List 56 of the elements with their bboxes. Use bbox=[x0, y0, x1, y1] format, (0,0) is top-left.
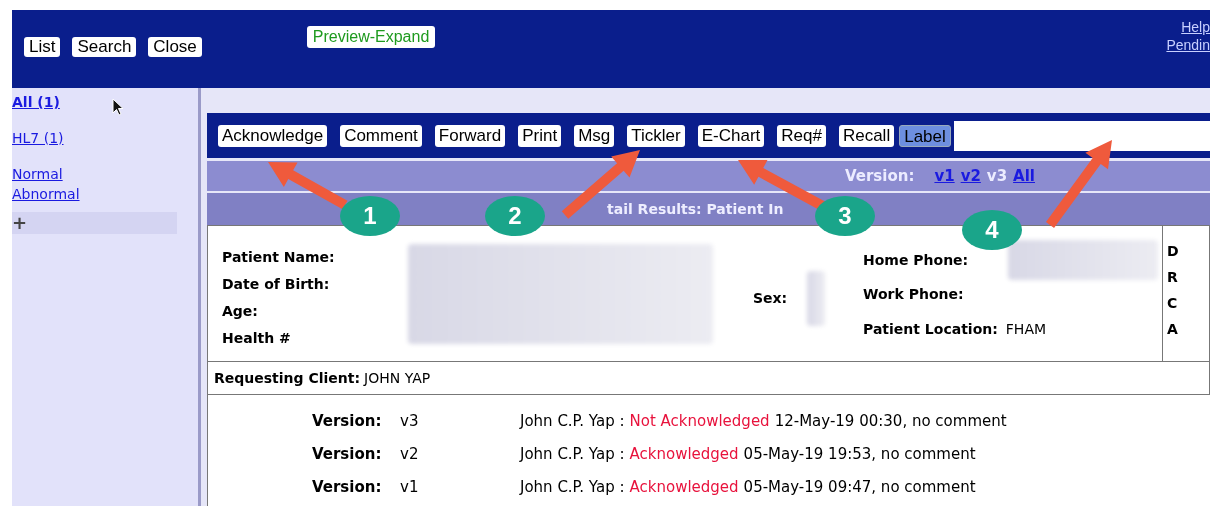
add-label[interactable]: + bbox=[12, 214, 28, 232]
sidebar-link[interactable]: Abnormal bbox=[12, 184, 80, 204]
reviewer-name: John C.P. Yap : bbox=[520, 411, 625, 433]
label-input-field[interactable] bbox=[953, 120, 1210, 151]
field-label: Version: bbox=[312, 444, 383, 466]
toolbar-button[interactable]: Req# bbox=[777, 124, 826, 147]
field-label: Requesting Client: bbox=[214, 368, 361, 388]
reviewer-name: John C.P. Yap : bbox=[520, 477, 625, 499]
timestamp-text: 05-May-19 19:53, no comment bbox=[743, 444, 976, 466]
header-button[interactable]: List bbox=[24, 37, 61, 57]
field-label: Patient Name: bbox=[222, 248, 336, 267]
toolbar-button[interactable]: Recall bbox=[838, 124, 895, 147]
status-text: Not Acknowledged bbox=[629, 411, 770, 433]
field-label: R bbox=[1167, 268, 1179, 287]
toolbar-button[interactable]: Comment bbox=[340, 124, 422, 147]
field-label: Version: bbox=[312, 477, 383, 499]
preview-expand-button[interactable]: Preview-Expand bbox=[306, 26, 436, 48]
field-label: C bbox=[1167, 294, 1179, 313]
field-label: Patient Location: bbox=[863, 320, 998, 339]
field-value: v3 bbox=[400, 411, 420, 433]
toolbar-button[interactable]: Msg bbox=[574, 124, 615, 147]
toolbar-button[interactable]: Acknowledge bbox=[218, 124, 328, 147]
field-value: v1 bbox=[400, 477, 420, 499]
section-heading: tail Results: Patient In bbox=[607, 199, 784, 219]
field-value: JOHN YAP bbox=[364, 368, 431, 388]
header-link[interactable]: Pendin bbox=[1166, 36, 1210, 54]
sidebar-link[interactable]: All (1) bbox=[12, 92, 60, 112]
field-label: Sex: bbox=[753, 289, 788, 308]
header-button[interactable]: Close bbox=[148, 37, 202, 57]
status-text: Acknowledged bbox=[629, 477, 739, 499]
toolbar-button[interactable]: Print bbox=[518, 124, 562, 147]
field-value: FHAM bbox=[1005, 320, 1047, 339]
toolbar-button[interactable]: Label bbox=[899, 124, 951, 147]
sidebar-link[interactable]: Normal bbox=[12, 164, 63, 184]
field-label: Work Phone: bbox=[863, 285, 964, 304]
toolbar-button[interactable]: Forward bbox=[434, 124, 506, 147]
redacted-block bbox=[807, 271, 826, 326]
field-value: v2 bbox=[400, 444, 420, 466]
header-link[interactable]: Help bbox=[1181, 18, 1210, 36]
version-bar-label: Version: bbox=[845, 165, 915, 187]
reviewer-name: John C.P. Yap : bbox=[520, 444, 625, 466]
field-label: D bbox=[1167, 242, 1179, 261]
timestamp-text: 12-May-19 00:30, no comment bbox=[774, 411, 1007, 433]
field-label: Version: bbox=[312, 411, 383, 433]
field-label: Home Phone: bbox=[863, 250, 969, 270]
sidebar-link[interactable]: HL7 (1) bbox=[12, 128, 64, 148]
header-button[interactable]: Search bbox=[72, 37, 137, 57]
field-label: Date of Birth: bbox=[222, 275, 331, 294]
mouse-cursor-icon bbox=[112, 98, 124, 116]
toolbar-button[interactable]: E-Chart bbox=[697, 124, 765, 147]
field-label: Health # bbox=[222, 329, 292, 348]
field-label: Age: bbox=[222, 302, 259, 321]
status-text: Acknowledged bbox=[629, 444, 739, 466]
timestamp-text: 05-May-19 09:47, no comment bbox=[743, 477, 976, 499]
field-label: A bbox=[1167, 320, 1179, 339]
toolbar-button[interactable]: Tickler bbox=[627, 124, 685, 147]
